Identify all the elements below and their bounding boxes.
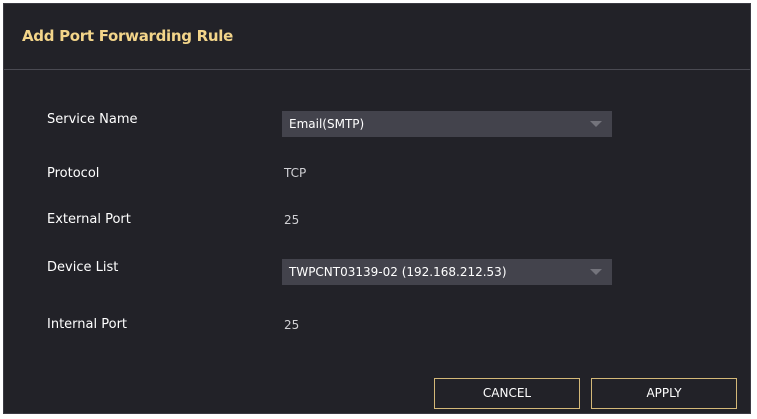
device-list-label: Device List [47,260,119,275]
apply-button[interactable]: APPLY [591,378,737,409]
add-port-forwarding-dialog: Add Port Forwarding Rule Service Name Em… [3,3,751,414]
dialog-header: Add Port Forwarding Rule [4,4,750,70]
cancel-button[interactable]: CANCEL [434,378,580,409]
external-port-label: External Port [47,212,131,227]
internal-port-value: 25 [284,318,300,332]
service-name-label: Service Name [47,112,138,127]
device-list-select[interactable]: TWPCNT03139-02 (192.168.212.53) [282,259,612,285]
chevron-down-icon [590,121,602,127]
service-name-select[interactable]: Email(SMTP) [282,111,612,137]
chevron-down-icon [590,269,602,275]
protocol-value: TCP [284,166,307,180]
internal-port-label: Internal Port [47,317,128,332]
service-name-value: Email(SMTP) [289,117,365,131]
dialog-title: Add Port Forwarding Rule [22,27,233,45]
device-list-value: TWPCNT03139-02 (192.168.212.53) [289,265,507,279]
external-port-value: 25 [284,213,300,227]
protocol-label: Protocol [47,166,100,181]
